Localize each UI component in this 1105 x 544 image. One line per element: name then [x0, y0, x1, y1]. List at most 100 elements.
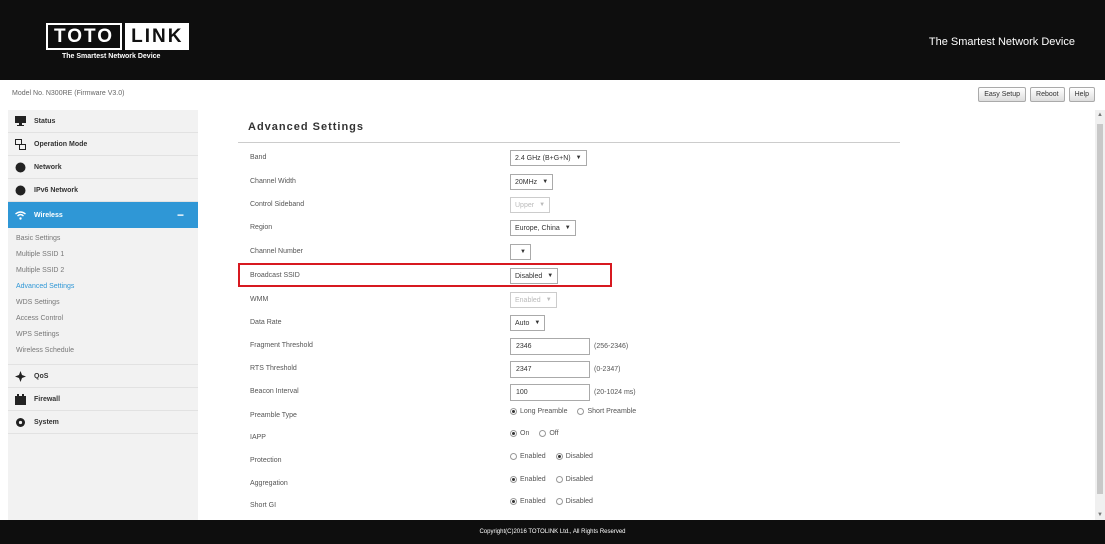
help-button[interactable]: Help [1068, 87, 1095, 102]
sidebar-item-status[interactable]: Status [8, 110, 198, 133]
header-slogan: The Smartest Network Device [928, 36, 1075, 48]
channel-number-select[interactable]: ▼ [510, 244, 531, 260]
radio-dot [555, 476, 563, 483]
select-value: Europe, China [515, 224, 560, 232]
protection-disabled-radio[interactable]: Disabled [555, 453, 593, 460]
logo-text-link: LINK [125, 23, 190, 50]
radio-dot [555, 453, 563, 460]
row-fragment-threshold: Fragment Threshold 2346 (256-2346) [238, 337, 900, 357]
sidebar-item-qos[interactable]: QoS [8, 365, 198, 388]
reboot-button[interactable]: Reboot [1030, 87, 1065, 102]
sidebar-subitem-multiple-ssid-2[interactable]: Multiple SSID 2 [8, 263, 198, 279]
copyright-text: Copyright(C)2016 TOTOLINK Ltd., All Righ… [479, 529, 626, 535]
sidebar-item-network[interactable]: Network [8, 156, 198, 179]
select-value: Enabled [515, 296, 541, 304]
preamble-long-radio[interactable]: Long Preamble [510, 408, 567, 415]
radio-dot [555, 498, 563, 505]
radio-dot [510, 476, 517, 483]
page-scrollbar[interactable]: ▲ ▼ [1095, 110, 1105, 520]
firewall-icon [14, 393, 26, 405]
aggregation-enabled-radio[interactable]: Enabled [510, 476, 546, 483]
row-channel-number: Channel Number ▼ [238, 243, 900, 263]
beacon-interval-input[interactable]: 100 [510, 384, 590, 401]
gear-icon [14, 416, 26, 428]
select-value: Auto [515, 319, 530, 327]
sidebar-item-firewall[interactable]: Firewall [8, 388, 198, 411]
radio-label: Off [549, 430, 559, 437]
row-beacon-interval: Beacon Interval 100 (20-1024 ms) [238, 383, 900, 403]
fragment-threshold-input[interactable]: 2346 [510, 338, 590, 355]
row-short-gi: Short GI Enabled Disabled [238, 497, 900, 517]
radio-label: Long Preamble [520, 408, 568, 415]
row-region: Region Europe, China ▼ [238, 219, 900, 239]
control-sideband-label: Control Sideband [250, 201, 305, 208]
network-mode-icon [14, 138, 26, 150]
radio-dot [510, 408, 517, 415]
row-band: Band 2.4 GHz (B+G+N) ▼ [238, 149, 900, 169]
scroll-up-icon[interactable]: ▲ [1097, 112, 1103, 118]
chevron-down-icon: ▼ [534, 320, 541, 326]
sidebar-item-label: Wireless [34, 211, 63, 219]
wmm-select: Enabled ▼ [510, 292, 557, 308]
sidebar-subitem-wireless-schedule[interactable]: Wireless Schedule [8, 343, 198, 359]
logo-text-toto: TOTO [46, 23, 123, 50]
beacon-interval-label: Beacon Interval [250, 388, 299, 395]
logo-tagline: The Smartest Network Device [62, 53, 161, 60]
totolink-logo[interactable]: TOTO LINK The Smartest Network Device [46, 23, 210, 65]
channel-width-label: Channel Width [250, 178, 296, 185]
radio-label: Enabled [520, 476, 546, 483]
row-aggregation: Aggregation Enabled Disabled [238, 475, 900, 495]
sidebar-subitem-basic-settings[interactable]: Basic Settings [8, 231, 198, 247]
aggregation-label: Aggregation [250, 480, 288, 487]
row-iapp: IAPP On Off [238, 429, 900, 449]
radio-label: On [520, 430, 530, 437]
row-wmm: WMM Enabled ▼ [238, 291, 900, 311]
sidebar-subitem-wps-settings[interactable]: WPS Settings [8, 327, 198, 343]
radio-dot [510, 430, 517, 437]
sidebar: Status Operation Mode Network IPv6 Netwo… [8, 110, 198, 520]
sidebar-item-system[interactable]: System [8, 411, 198, 434]
region-select[interactable]: Europe, China ▼ [510, 220, 576, 236]
collapse-icon[interactable]: − [177, 208, 184, 222]
sidebar-item-operation-mode[interactable]: Operation Mode [8, 133, 198, 156]
sidebar-item-label: Status [34, 117, 56, 125]
wireless-submenu: Basic Settings Multiple SSID 1 Multiple … [8, 228, 198, 365]
protection-enabled-radio[interactable]: Enabled [510, 453, 546, 460]
channel-width-select[interactable]: 20MHz ▼ [510, 174, 554, 190]
sidebar-subitem-multiple-ssid-1[interactable]: Multiple SSID 1 [8, 247, 198, 263]
iapp-on-radio[interactable]: On [510, 430, 529, 437]
globe-icon [14, 161, 26, 173]
preamble-type-label: Preamble Type [250, 412, 297, 419]
radio-label: Disabled [565, 498, 593, 505]
page-title: Advanced Settings [238, 110, 900, 143]
preamble-short-radio[interactable]: Short Preamble [577, 408, 636, 415]
data-rate-select[interactable]: Auto ▼ [510, 315, 546, 331]
sidebar-subitem-advanced-settings[interactable]: Advanced Settings [8, 279, 198, 295]
sidebar-item-label: System [34, 418, 59, 426]
footer: Copyright(C)2016 TOTOLINK Ltd., All Righ… [0, 520, 1105, 544]
sidebar-subitem-access-control[interactable]: Access Control [8, 311, 198, 327]
sidebar-subitem-wds-settings[interactable]: WDS Settings [8, 295, 198, 311]
rts-threshold-label: RTS Threshold [250, 365, 297, 372]
rts-threshold-input[interactable]: 2347 [510, 361, 590, 378]
easy-setup-button[interactable]: Easy Setup [978, 87, 1027, 102]
region-label: Region [250, 224, 273, 231]
scrollbar-thumb[interactable] [1097, 124, 1103, 494]
channel-number-label: Channel Number [250, 248, 303, 255]
chevron-down-icon: ▼ [545, 297, 552, 303]
scroll-down-icon[interactable]: ▼ [1097, 512, 1103, 518]
short-gi-disabled-radio[interactable]: Disabled [555, 498, 593, 505]
radio-dot [577, 408, 585, 415]
radio-label: Disabled [565, 476, 593, 483]
short-gi-enabled-radio[interactable]: Enabled [510, 498, 546, 505]
radio-dot [510, 453, 517, 460]
sidebar-item-wireless[interactable]: Wireless − [8, 202, 198, 228]
row-preamble-type: Preamble Type Long Preamble Short Preamb… [238, 407, 900, 427]
row-control-sideband: Control Sideband Upper ▼ [238, 196, 900, 216]
iapp-off-radio[interactable]: Off [539, 430, 559, 437]
aggregation-disabled-radio[interactable]: Disabled [555, 476, 593, 483]
band-select[interactable]: 2.4 GHz (B+G+N) ▼ [510, 150, 587, 166]
sidebar-item-ipv6-network[interactable]: IPv6 Network [8, 179, 198, 202]
radio-dot [539, 430, 547, 437]
data-rate-label: Data Rate [250, 319, 282, 326]
